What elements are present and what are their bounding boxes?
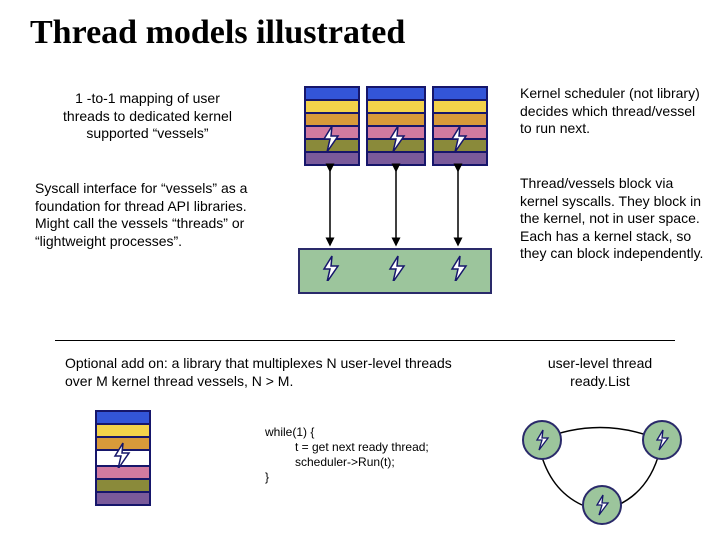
bolt-icon <box>446 255 470 281</box>
bolt-icon <box>446 125 470 151</box>
code-line: scheduler->Run(t); <box>295 455 395 470</box>
caption-block: Thread/vessels block via kernel syscalls… <box>520 175 705 263</box>
bolt-icon <box>109 442 133 468</box>
bolt-icon <box>318 125 342 151</box>
bolt-icon <box>318 255 342 281</box>
ready-node <box>522 420 562 460</box>
arrows-user-kernel <box>298 160 498 250</box>
code-line: t = get next ready thread; <box>295 440 429 455</box>
ready-node <box>582 485 622 525</box>
divider <box>55 340 675 341</box>
slide: Thread models illustrated 1 -to-1 mappin… <box>0 0 720 540</box>
caption-readylist: user-level thread ready.List <box>530 355 670 390</box>
caption-mapping: 1 -to-1 mapping of user threads to dedic… <box>50 90 245 143</box>
code-line: while(1) { <box>265 425 314 440</box>
ready-node <box>642 420 682 460</box>
bolt-icon <box>384 125 408 151</box>
caption-addon: Optional add on: a library that multiple… <box>65 355 465 390</box>
caption-kernel-sched: Kernel scheduler (not library) decides w… <box>520 85 700 138</box>
caption-syscall: Syscall interface for “vessels” as a fou… <box>35 180 260 250</box>
page-title: Thread models illustrated <box>30 14 405 52</box>
bolt-icon <box>384 255 408 281</box>
code-line: } <box>265 470 269 485</box>
